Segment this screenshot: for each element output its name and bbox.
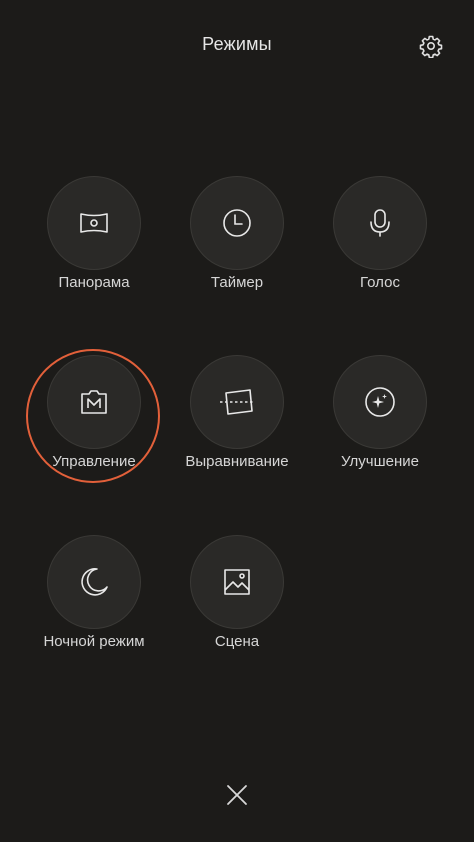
mode-straighten-button[interactable] (190, 355, 284, 449)
manual-camera-icon (77, 385, 111, 419)
sparkle-icon (363, 385, 397, 419)
mode-panorama-button[interactable] (47, 176, 141, 270)
mode-label: Ночной режим (43, 633, 145, 650)
mode-scene[interactable]: Сцена (167, 535, 307, 675)
mode-night[interactable]: Ночной режим (24, 535, 164, 675)
mode-label: Управление (52, 453, 136, 470)
settings-button[interactable] (417, 32, 445, 60)
mode-night-button[interactable] (47, 535, 141, 629)
mode-straighten[interactable]: Выравнивание (167, 355, 307, 495)
clock-icon (220, 206, 254, 240)
mode-beautify[interactable]: Улучшение (310, 355, 450, 495)
moon-icon (77, 565, 111, 599)
mode-beautify-button[interactable] (333, 355, 427, 449)
page-title: Режимы (202, 34, 272, 54)
mode-label: Голос (360, 274, 400, 291)
panorama-icon (77, 206, 111, 240)
mode-label: Панорама (58, 274, 130, 291)
mode-label: Улучшение (341, 453, 419, 470)
mode-voice[interactable]: Голос (310, 176, 450, 316)
mode-scene-button[interactable] (190, 535, 284, 629)
scene-image-icon (220, 565, 254, 599)
mode-label: Сцена (214, 633, 260, 650)
modes-screen: Режимы Панорама Таймер Голос Управление … (0, 0, 474, 842)
mode-label: Выравнивание (185, 453, 289, 470)
microphone-icon (363, 206, 397, 240)
mode-manual-button[interactable] (47, 355, 141, 449)
mode-timer[interactable]: Таймер (167, 176, 307, 316)
close-button[interactable] (222, 780, 252, 810)
gear-icon (419, 34, 443, 58)
mode-voice-button[interactable] (333, 176, 427, 270)
straighten-icon (217, 385, 257, 419)
close-icon (226, 784, 248, 806)
mode-timer-button[interactable] (190, 176, 284, 270)
mode-manual[interactable]: Управление (24, 355, 164, 495)
mode-panorama[interactable]: Панорама (24, 176, 164, 316)
mode-label: Таймер (210, 274, 264, 291)
